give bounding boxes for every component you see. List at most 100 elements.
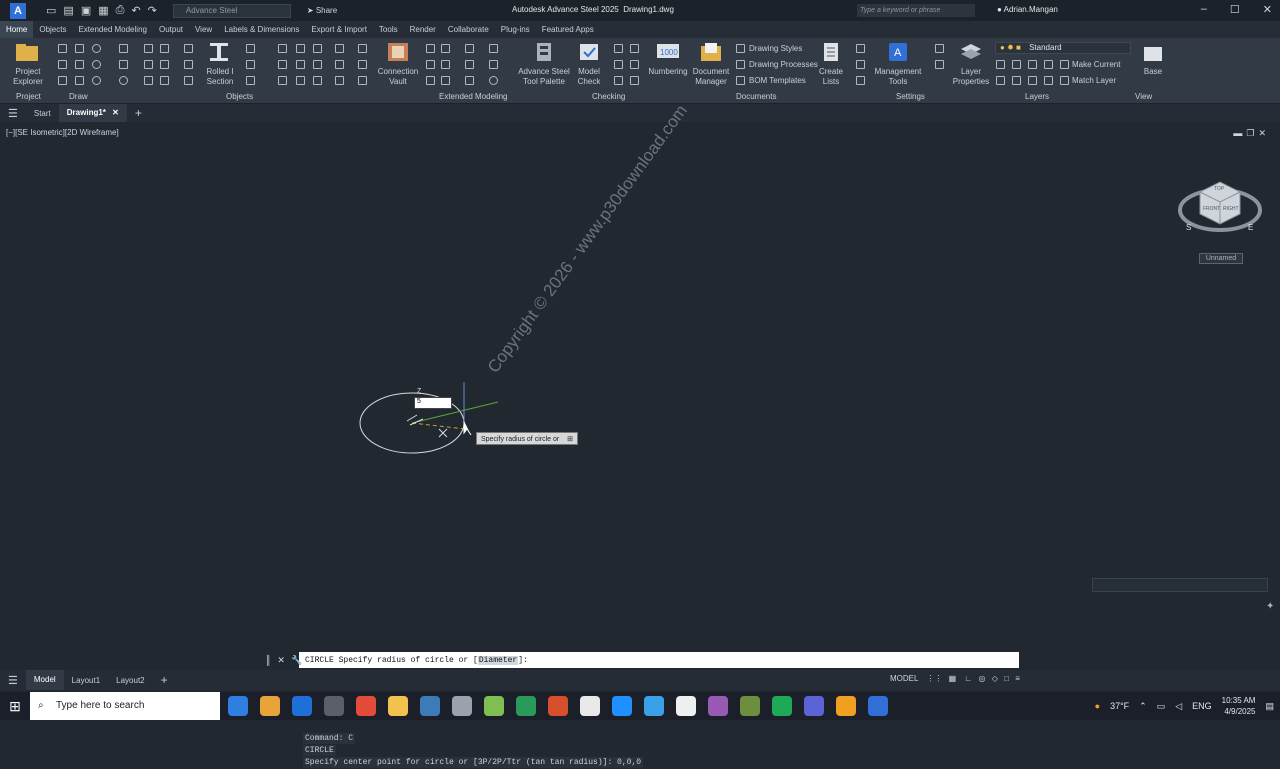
anchor-icon[interactable] — [144, 76, 153, 85]
viewport-close-icon[interactable]: ✕ — [1258, 128, 1270, 138]
layer-unisolate-icon[interactable] — [1012, 76, 1021, 85]
windows-start-button[interactable]: ⊞ — [0, 698, 30, 715]
taskbar-search-input[interactable]: ⌕ Type here to search — [30, 692, 220, 720]
viewcube[interactable]: TOP FRONT RIGHT S E — [1178, 170, 1262, 244]
user-account[interactable]: ● Adrian.Mangan — [997, 5, 1058, 14]
circle-icon[interactable] — [92, 60, 101, 69]
taskbar-app-icon[interactable] — [740, 696, 760, 716]
hamburger-menu-icon[interactable]: ☰ — [0, 107, 26, 120]
cope-icon[interactable] — [313, 76, 322, 85]
joint-library-icon[interactable] — [465, 60, 474, 69]
create-lists-button[interactable]: Create Lists — [816, 67, 846, 87]
ortho-icon[interactable]: ∟ — [964, 674, 972, 683]
miter-icon[interactable] — [296, 76, 305, 85]
open-folder-icon[interactable]: ▤ — [63, 4, 73, 17]
explode-icon[interactable] — [119, 60, 128, 69]
panel-view[interactable]: View — [1135, 92, 1152, 101]
tab-plug-ins[interactable]: Plug-ins — [495, 21, 536, 38]
bolt-icon[interactable] — [160, 60, 169, 69]
dynamic-input-field[interactable]: 5 — [414, 397, 452, 409]
joint-upgrade-icon[interactable] — [441, 60, 450, 69]
volume-icon[interactable]: ◁ — [1175, 701, 1182, 712]
clash-check-icon[interactable] — [614, 44, 623, 53]
taskbar-app-icon[interactable] — [644, 696, 664, 716]
joint-copy-icon[interactable] — [441, 44, 450, 53]
marking-icon[interactable] — [630, 60, 639, 69]
taskbar-app-icon[interactable] — [612, 696, 632, 716]
layer-lock-icon[interactable] — [1044, 60, 1053, 69]
tab-objects[interactable]: Objects — [33, 21, 72, 38]
beam-icon[interactable] — [160, 44, 169, 53]
tab-home[interactable]: Home — [0, 21, 34, 38]
bom-templates-button[interactable]: BOM Templates — [749, 76, 806, 86]
tab-drawing1[interactable]: Drawing1* ✕ — [58, 104, 127, 122]
layer-freeze-icon[interactable] — [1028, 60, 1037, 69]
notch-icon[interactable] — [313, 44, 322, 53]
taskbar-app-icon[interactable] — [836, 696, 856, 716]
model-space-toggle[interactable]: MODEL — [890, 674, 918, 683]
joint-check-icon[interactable] — [465, 76, 474, 85]
curved-beam-icon[interactable] — [246, 60, 255, 69]
tray-overflow-icon[interactable]: ⌃ — [1139, 701, 1147, 712]
compound-beam-icon[interactable] — [246, 44, 255, 53]
layer-dropdown[interactable]: ● ✹ ■ Standard — [995, 42, 1131, 54]
viewport-minimize-icon[interactable]: ▬ — [1233, 128, 1246, 138]
joint-props-icon[interactable] — [441, 76, 450, 85]
rolled-section-button[interactable]: Rolled I Section — [198, 67, 242, 87]
taskbar-app-icon[interactable] — [228, 696, 248, 716]
layer-isolate-icon[interactable] — [1012, 60, 1021, 69]
railing-icon[interactable] — [358, 76, 367, 85]
workspace-select[interactable]: Advance Steel — [172, 3, 291, 18]
tab-featured-apps[interactable]: Featured Apps — [536, 21, 600, 38]
diameter-option[interactable]: Diameter — [477, 655, 519, 665]
check-config-icon[interactable] — [614, 76, 623, 85]
tab-output[interactable]: Output — [153, 21, 189, 38]
tab-labels-dimensions[interactable]: Labels & Dimensions — [218, 21, 305, 38]
panel-draw[interactable]: Draw — [69, 92, 88, 101]
grating-icon[interactable] — [144, 60, 153, 69]
taskbar-app-icon[interactable] — [548, 696, 568, 716]
poly-beam-icon[interactable] — [489, 60, 498, 69]
chamfer-icon[interactable] — [278, 76, 287, 85]
tab-layout1[interactable]: Layout1 — [64, 676, 108, 685]
panel-objects[interactable]: Objects — [226, 92, 253, 101]
cut-icon[interactable] — [278, 44, 287, 53]
tooltip-options-icon[interactable]: ⊞ — [567, 436, 573, 443]
joint-box-icon[interactable] — [426, 44, 435, 53]
shorten-icon[interactable] — [296, 44, 305, 53]
line-icon[interactable] — [58, 44, 67, 53]
document-manager-button[interactable]: Document Manager — [690, 67, 732, 87]
tab-render[interactable]: Render — [404, 21, 442, 38]
tab-model[interactable]: Model — [25, 670, 64, 690]
taskbar-app-icon[interactable] — [804, 696, 824, 716]
rectangle-icon[interactable] — [75, 76, 84, 85]
taskbar-app-icon[interactable] — [452, 696, 472, 716]
drawing-processes-button[interactable]: Drawing Processes — [749, 60, 818, 70]
column-icon[interactable] — [184, 44, 193, 53]
navigation-bar[interactable] — [1092, 578, 1268, 592]
layer-thaw-icon[interactable] — [1028, 76, 1037, 85]
joint-update-icon[interactable] — [465, 44, 474, 53]
save-as-icon[interactable]: ▦ — [98, 4, 108, 17]
tab-collaborate[interactable]: Collaborate — [442, 21, 495, 38]
hatch-icon[interactable] — [119, 44, 128, 53]
shear-stud-icon[interactable] — [160, 76, 169, 85]
taskbar-app-icon[interactable] — [420, 696, 440, 716]
save-icon[interactable]: ▣ — [81, 4, 91, 17]
merge-icon[interactable] — [313, 60, 322, 69]
layer-unlock-icon[interactable] — [1044, 76, 1053, 85]
panel-layers[interactable]: Layers — [1025, 92, 1049, 101]
taskbar-app-icon[interactable] — [260, 696, 280, 716]
tab-export-import[interactable]: Export & Import — [305, 21, 373, 38]
stairs-icon[interactable] — [358, 60, 367, 69]
folded-plate-icon[interactable] — [246, 76, 255, 85]
polygon-icon[interactable] — [58, 76, 67, 85]
taskbar-app-icon[interactable] — [580, 696, 600, 716]
list-report-icon[interactable] — [856, 76, 865, 85]
named-view-dropdown[interactable]: Unnamed — [1199, 253, 1243, 264]
app-menu-button[interactable]: A — [10, 2, 26, 19]
notifications-icon[interactable]: ▤ — [1265, 701, 1274, 712]
taskbar-app-icon[interactable] — [484, 696, 504, 716]
redo-icon[interactable]: ↷ — [148, 4, 157, 17]
audit-icon[interactable] — [630, 44, 639, 53]
